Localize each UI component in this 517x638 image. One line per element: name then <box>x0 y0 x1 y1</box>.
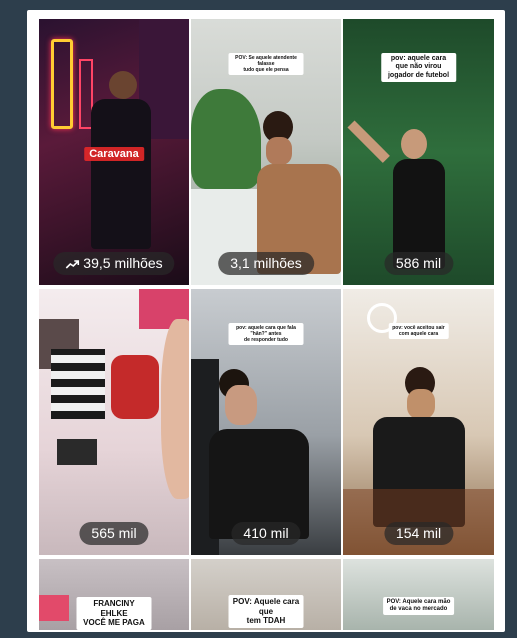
video-caption: POV: Se aquele atendente falasse tudo qu… <box>228 53 304 75</box>
video-overlay-text: Caravana <box>84 147 144 161</box>
video-caption: pov: aquele cara que fala "hãn?" antes d… <box>228 323 304 345</box>
view-count: 154 mil <box>395 525 442 541</box>
video-caption: pov: você aceitou sair com aquele cara <box>388 323 449 339</box>
video-thumbnail-8[interactable]: POV: Aquele cara que tem TDAH <box>191 559 341 630</box>
view-count-badge: 565 mil <box>79 522 149 545</box>
video-grid: Caravana 39,5 milhões POV: Se aquele ate… <box>39 19 494 630</box>
video-caption: FRANCINY EHLKE VOCÊ ME PAGA <box>76 597 152 630</box>
view-count-badge: 39,5 milhões <box>53 252 175 275</box>
view-count: 3,1 milhões <box>230 255 302 271</box>
view-count: 586 mil <box>395 255 442 271</box>
trending-icon <box>65 259 80 269</box>
video-thumbnail-2[interactable]: POV: Se aquele atendente falasse tudo qu… <box>191 19 341 285</box>
video-thumbnail-6[interactable]: pov: você aceitou sair com aquele cara 1… <box>343 289 494 555</box>
video-caption: pov: aquele cara que não virou jogador d… <box>380 53 457 83</box>
video-thumbnail-5[interactable]: pov: aquele cara que fala "hãn?" antes d… <box>191 289 341 555</box>
video-thumbnail-3[interactable]: pov: aquele cara que não virou jogador d… <box>343 19 494 285</box>
video-thumbnail-4[interactable]: 565 mil <box>39 289 189 555</box>
view-count-badge: 586 mil <box>383 252 454 275</box>
view-count-badge: 3,1 milhões <box>218 252 314 275</box>
video-caption: POV: Aquele cara mão de vaca no mercado <box>382 597 455 616</box>
view-count: 410 mil <box>243 525 289 541</box>
video-thumbnail-7[interactable]: FRANCINY EHLKE VOCÊ ME PAGA <box>39 559 189 630</box>
view-count: 565 mil <box>91 525 137 541</box>
view-count-badge: 154 mil <box>383 522 454 545</box>
video-caption: POV: Aquele cara que tem TDAH <box>228 595 304 628</box>
view-count-badge: 410 mil <box>231 522 301 545</box>
view-count: 39,5 milhões <box>83 255 163 271</box>
video-thumbnail-9[interactable]: POV: Aquele cara mão de vaca no mercado <box>343 559 494 630</box>
video-thumbnail-1[interactable]: Caravana 39,5 milhões <box>39 19 189 285</box>
